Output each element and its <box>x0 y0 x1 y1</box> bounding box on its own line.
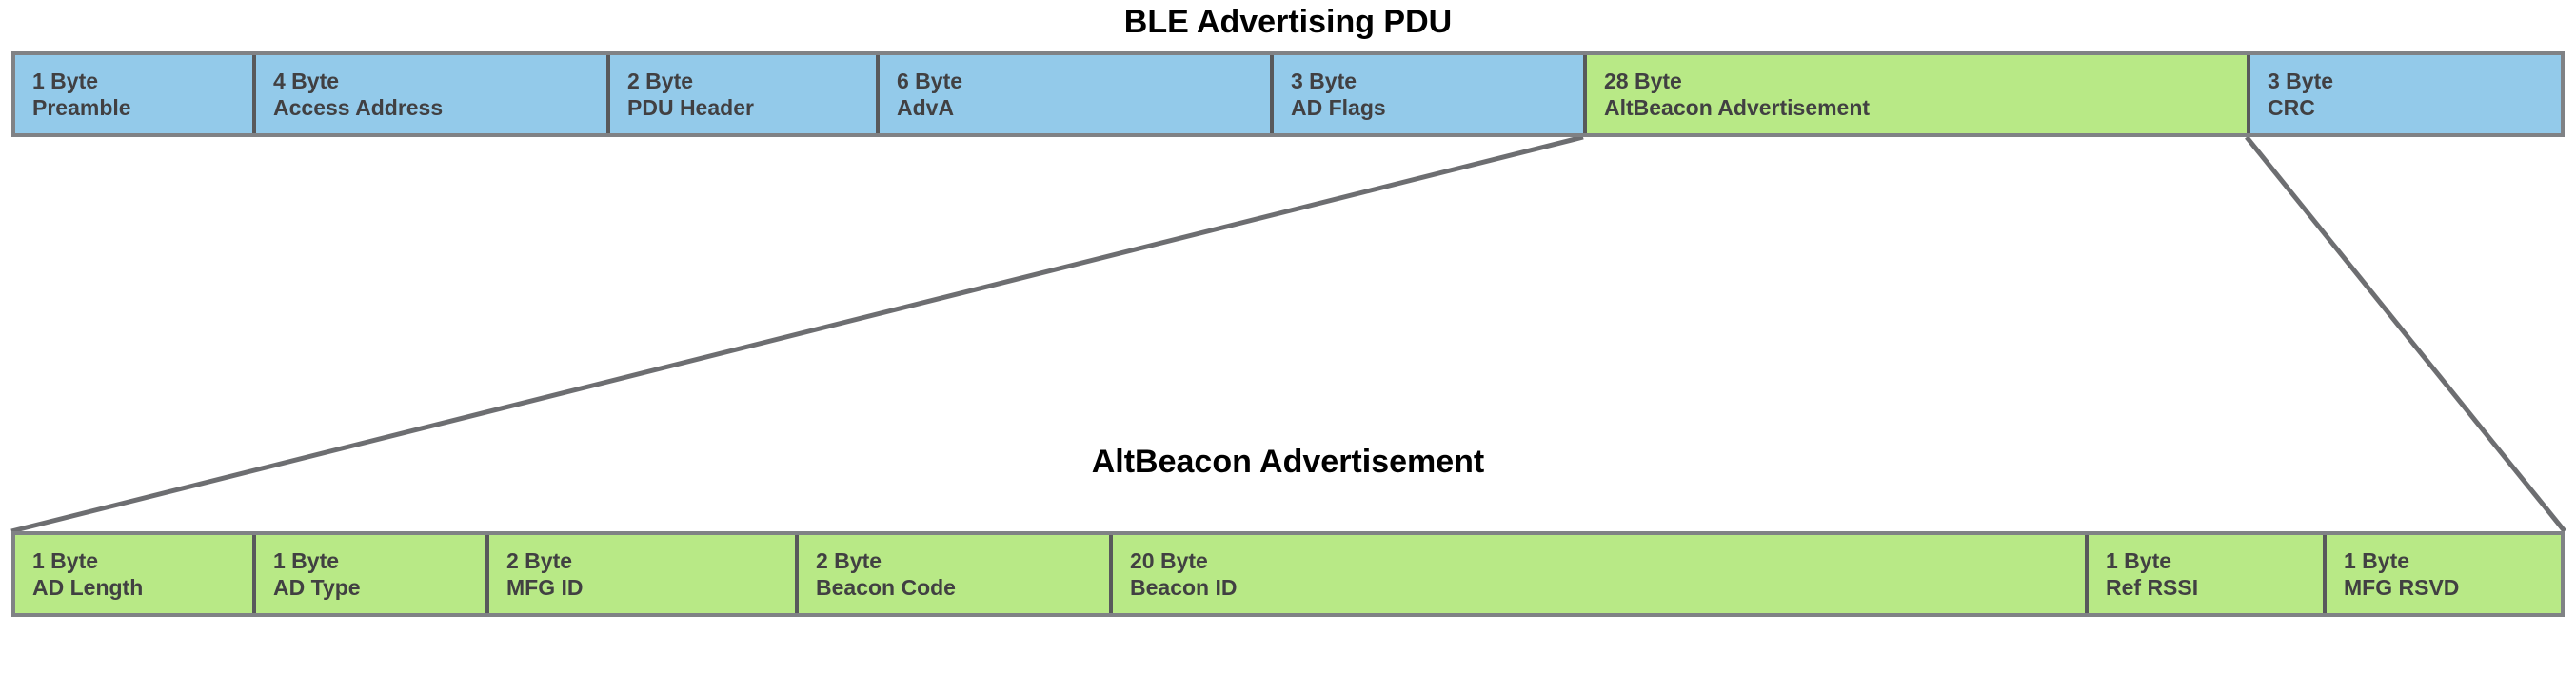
top-diagram-title: BLE Advertising PDU <box>1123 4 1453 40</box>
pdu-field-altbeacon-advertisement[interactable]: 28 Byte AltBeacon Advertisement <box>1587 55 2250 133</box>
field-label: Beacon Code <box>816 575 956 600</box>
field-size: 2 Byte <box>627 69 694 93</box>
field-size: 1 Byte <box>2344 548 2410 573</box>
altbeacon-field-ad-type[interactable]: 1 Byte AD Type <box>256 535 489 613</box>
altbeacon-field-beacon-code[interactable]: 2 Byte Beacon Code <box>799 535 1113 613</box>
field-label: Ref RSSI <box>2106 575 2199 600</box>
field-size: 2 Byte <box>816 548 882 573</box>
field-size: 1 Byte <box>273 548 340 573</box>
field-label: AltBeacon Advertisement <box>1604 95 1871 120</box>
altbeacon-field-mfg-id[interactable]: 2 Byte MFG ID <box>489 535 799 613</box>
packet-diagram: BLE Advertising PDU 1 Byte Preamble 4 By… <box>0 0 2576 695</box>
pdu-field-adva[interactable]: 6 Byte AdvA <box>880 55 1274 133</box>
altbeacon-field-ref-rssi[interactable]: 1 Byte Ref RSSI <box>2089 535 2327 613</box>
field-size: 3 Byte <box>1291 69 1357 93</box>
field-size: 2 Byte <box>506 548 573 573</box>
field-label: PDU Header <box>627 95 754 120</box>
field-size: 1 Byte <box>2106 548 2172 573</box>
field-size: 20 Byte <box>1130 548 1208 573</box>
field-label: MFG ID <box>506 575 584 600</box>
pdu-field-preamble[interactable]: 1 Byte Preamble <box>15 55 256 133</box>
field-label: AD Type <box>273 575 361 600</box>
field-label: AdvA <box>897 95 955 120</box>
field-label: Preamble <box>32 95 131 120</box>
pdu-field-access-address[interactable]: 4 Byte Access Address <box>256 55 610 133</box>
altbeacon-field-ad-length[interactable]: 1 Byte AD Length <box>15 535 256 613</box>
field-size: 3 Byte <box>2268 69 2334 93</box>
bottom-diagram-title: AltBeacon Advertisement <box>1091 444 1485 480</box>
altbeacon-field-mfg-rsvd[interactable]: 1 Byte MFG RSVD <box>2327 535 2561 613</box>
field-label: AD Flags <box>1291 95 1386 120</box>
field-label: AD Length <box>32 575 144 600</box>
field-label: CRC <box>2268 95 2315 120</box>
pdu-field-ad-flags[interactable]: 3 Byte AD Flags <box>1274 55 1587 133</box>
field-label: Beacon ID <box>1130 575 1238 600</box>
pdu-field-pdu-header[interactable]: 2 Byte PDU Header <box>610 55 880 133</box>
ble-advertising-pdu-row: 1 Byte Preamble 4 Byte Access Address 2 … <box>11 51 2565 137</box>
pdu-field-crc[interactable]: 3 Byte CRC <box>2250 55 2561 133</box>
altbeacon-advertisement-row: 1 Byte AD Length 1 Byte AD Type 2 Byte M… <box>11 531 2565 617</box>
field-size: 6 Byte <box>897 69 963 93</box>
field-size: 4 Byte <box>273 69 340 93</box>
field-label: Access Address <box>273 95 444 120</box>
field-label: MFG RSVD <box>2344 575 2460 600</box>
field-size: 1 Byte <box>32 548 99 573</box>
field-size: 28 Byte <box>1604 69 1682 93</box>
altbeacon-field-beacon-id[interactable]: 20 Byte Beacon ID <box>1113 535 2089 613</box>
field-size: 1 Byte <box>32 69 99 93</box>
